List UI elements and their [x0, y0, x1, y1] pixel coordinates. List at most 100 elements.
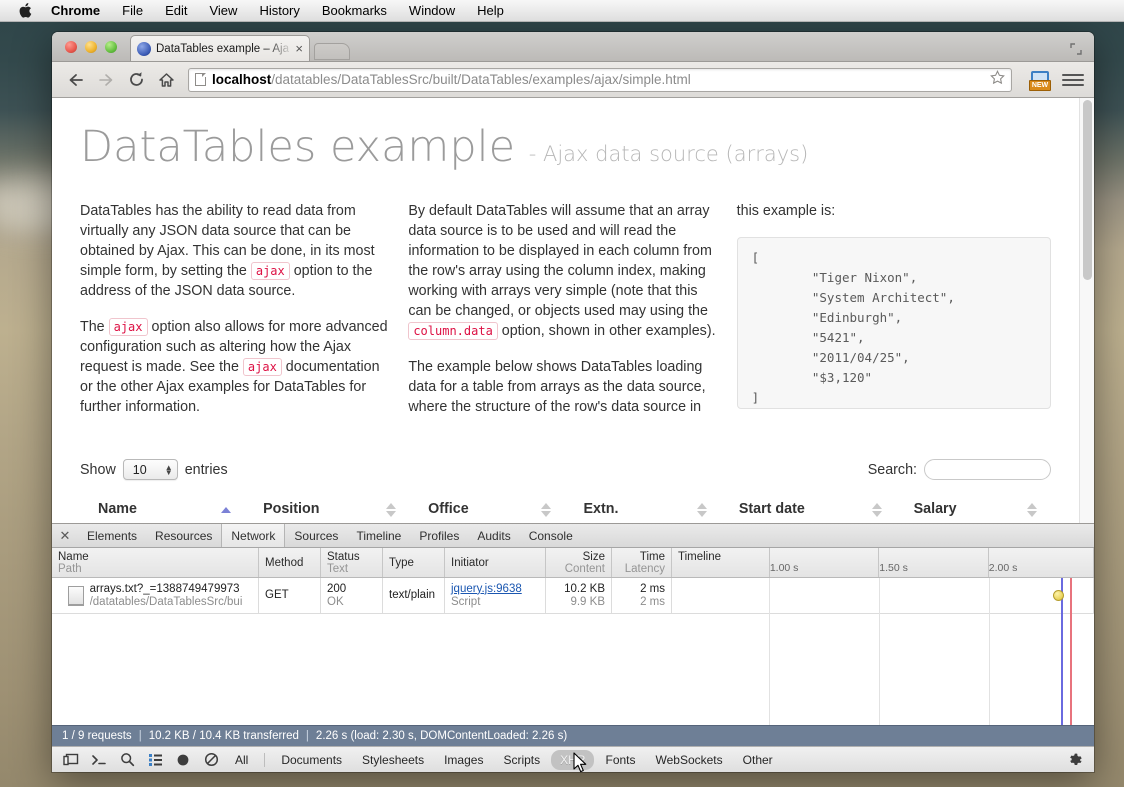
initiator-type: Script [451, 595, 481, 608]
devtools-tab-resources[interactable]: Resources [146, 524, 221, 547]
network-header-name[interactable]: Name Path [52, 548, 259, 577]
menubar-item-bookmarks[interactable]: Bookmarks [311, 0, 398, 22]
page-title: DataTables example - Ajax data source (a… [80, 123, 1051, 171]
menubar-item-view[interactable]: View [198, 0, 248, 22]
filter-fonts[interactable]: Fonts [596, 751, 644, 769]
header-label: Extn. [583, 501, 619, 518]
filter-documents[interactable]: Documents [272, 751, 351, 769]
network-header-time[interactable]: Time Latency [612, 548, 672, 577]
network-request-list[interactable]: arrays.txt?_=1388749479973 /datatables/D… [52, 578, 1094, 725]
bookmark-star-icon[interactable] [990, 70, 1005, 89]
request-initiator-cell: jquery.js:9638 Script [445, 578, 546, 614]
timeline-tick-label: 2.00 s [988, 562, 1018, 574]
devtools-tab-network[interactable]: Network [221, 524, 286, 547]
network-header-timeline[interactable]: Timeline 1.00 s 1.50 s 2.00 s [672, 548, 1094, 577]
dock-panel-icon[interactable] [58, 750, 84, 770]
search-icon[interactable] [114, 750, 140, 770]
filter-websockets[interactable]: WebSockets [647, 751, 732, 769]
page-length-select[interactable]: 10 ▲ ▼ [122, 459, 178, 481]
record-icon[interactable] [170, 750, 196, 770]
tab-strip: DataTables example – Aja × [52, 32, 1094, 62]
initiator-link[interactable]: jquery.js:9638 [451, 583, 539, 596]
filter-other[interactable]: Other [734, 751, 782, 769]
back-arrow-icon[interactable] [62, 67, 90, 93]
menubar-item-file[interactable]: File [111, 0, 154, 22]
page-scrollbar[interactable] [1079, 98, 1094, 523]
filter-all[interactable]: All [226, 751, 257, 769]
text-segment: option, shown in other examples). [497, 323, 716, 340]
devtools-tab-elements[interactable]: Elements [78, 524, 146, 547]
menubar-item-edit[interactable]: Edit [154, 0, 198, 22]
devtools-panel: ✕ Elements Resources Network Sources Tim… [52, 523, 1094, 772]
page-content: DataTables example - Ajax data source (a… [52, 98, 1079, 523]
scrollbar-thumb[interactable] [1083, 100, 1092, 280]
devtools-close-icon[interactable]: ✕ [52, 524, 78, 547]
menubar-item-chrome[interactable]: Chrome [40, 0, 111, 22]
paragraph: The ajax option also allows for more adv… [80, 317, 394, 417]
request-type-cell: text/plain [383, 578, 445, 614]
reload-icon[interactable] [122, 67, 150, 93]
filter-stylesheets[interactable]: Stylesheets [353, 751, 433, 769]
request-size: 10.2 KB [564, 582, 605, 595]
request-status-code: 200 [327, 582, 347, 595]
clear-icon[interactable] [198, 750, 224, 770]
request-time: 2 ms [640, 582, 665, 595]
header-label: Start date [738, 501, 805, 518]
tab-close-icon[interactable]: × [295, 42, 303, 55]
extension-new-badge: NEW [1028, 79, 1052, 91]
header-title: Name [58, 550, 89, 563]
devtools-tab-audits[interactable]: Audits [468, 524, 519, 547]
column-header-extn[interactable]: Extn. [565, 494, 721, 523]
zoom-window-button[interactable] [105, 41, 117, 53]
search-label: Search: [867, 461, 917, 478]
file-icon [67, 585, 84, 606]
menubar-item-help[interactable]: Help [466, 0, 515, 22]
paragraph: The example below shows DataTables loadi… [408, 359, 706, 416]
menubar-item-window[interactable]: Window [398, 0, 466, 22]
header-label: Name [98, 501, 137, 518]
extension-new-icon[interactable]: NEW [1028, 69, 1052, 91]
fullscreen-icon[interactable] [1070, 42, 1082, 55]
filter-images[interactable]: Images [435, 751, 492, 769]
menubar-item-history[interactable]: History [248, 0, 310, 22]
devtools-tab-profiles[interactable]: Profiles [410, 524, 468, 547]
header-subtitle: Content [564, 562, 605, 575]
hamburger-menu-icon[interactable] [1062, 73, 1084, 86]
chrome-browser-window: DataTables example – Aja × localhost/dat… [52, 32, 1094, 772]
column-header-salary[interactable]: Salary [895, 494, 1051, 523]
header-subtitle: Text [327, 562, 349, 575]
network-header-size[interactable]: Size Content [546, 548, 612, 577]
column-header-office[interactable]: Office [410, 494, 566, 523]
network-header-initiator[interactable]: Initiator [445, 548, 546, 577]
new-tab-button[interactable] [314, 43, 350, 60]
request-timeline-cell [672, 578, 1094, 614]
devtools-tab-console[interactable]: Console [520, 524, 582, 547]
devtools-tab-sources[interactable]: Sources [285, 524, 347, 547]
browser-tab[interactable]: DataTables example – Aja × [130, 35, 310, 61]
status-divider: | [305, 730, 309, 742]
code-lead-text: this example is: [736, 203, 836, 220]
minimize-window-button[interactable] [85, 41, 97, 53]
network-header-type[interactable]: Type [383, 548, 445, 577]
apple-logo-icon[interactable] [14, 2, 36, 19]
intro-column-2: By default DataTables will assume that a… [408, 201, 722, 433]
browser-toolbar: localhost/datatables/DataTablesSrc/built… [52, 62, 1094, 98]
address-bar[interactable]: localhost/datatables/DataTablesSrc/built… [188, 67, 1012, 92]
table-row[interactable]: arrays.txt?_=1388749479973 /datatables/D… [52, 578, 1094, 614]
console-drawer-icon[interactable] [86, 750, 112, 770]
home-icon[interactable] [152, 67, 180, 93]
column-header-position[interactable]: Position [245, 494, 411, 523]
request-size-cell: 10.2 KB 9.9 KB [546, 578, 612, 614]
json-code-block: [ "Tiger Nixon", "System Architect", "Ed… [736, 237, 1051, 410]
url-text: localhost/datatables/DataTablesSrc/built… [212, 72, 984, 87]
search-input[interactable] [924, 459, 1051, 481]
filter-scripts[interactable]: Scripts [494, 751, 549, 769]
network-header-method[interactable]: Method [259, 548, 321, 577]
column-header-name[interactable]: Name [80, 494, 246, 523]
column-header-start-date[interactable]: Start date [720, 494, 896, 523]
network-header-status[interactable]: Status Text [321, 548, 383, 577]
gear-icon[interactable] [1062, 752, 1088, 768]
devtools-tab-timeline[interactable]: Timeline [347, 524, 410, 547]
close-window-button[interactable] [65, 41, 77, 53]
filter-list-icon[interactable] [142, 750, 168, 770]
